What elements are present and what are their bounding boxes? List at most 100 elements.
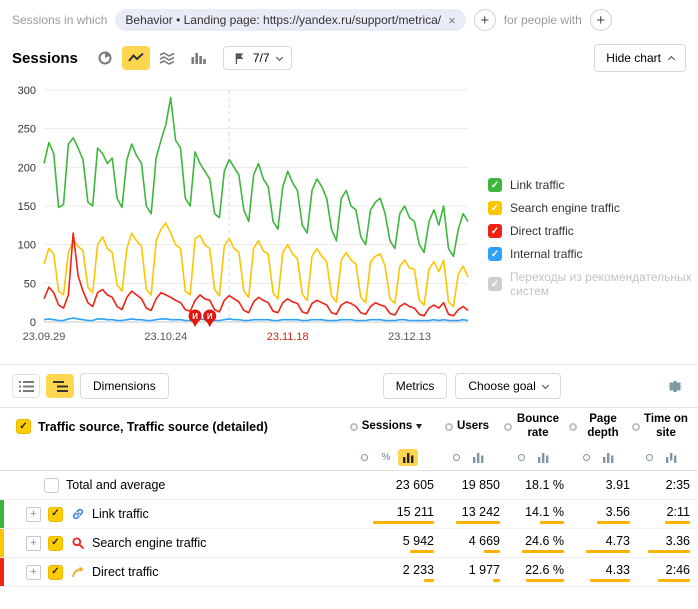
row-checkbox[interactable]: ✓ [48,507,63,522]
svg-text:23.10.24: 23.10.24 [144,331,187,343]
cell-page-depth: 3.91 [606,478,630,492]
sessions-line-chart: 05010015020025030023.09.2923.10.2423.11.… [8,78,480,350]
cell-page-depth: 4.33 [606,563,630,577]
for-people-with-label: for people with [504,13,582,27]
bounce-bars-view-button[interactable] [533,449,553,466]
column-header-page-depth[interactable]: Page depth [564,413,630,439]
metrics-button[interactable]: Metrics [383,373,448,399]
row-checkbox[interactable] [44,478,59,493]
row-label[interactable]: Link traffic [92,507,149,521]
svg-text:50: 50 [24,278,36,290]
search-icon [70,536,85,551]
legend-label: Переходы из рекомендательных систем [510,270,698,298]
row-checkbox[interactable]: ✓ [48,565,63,580]
add-user-filter-button[interactable]: + [590,9,612,31]
pie-view-icon [453,454,460,461]
checkbox-icon[interactable]: ✓ [488,277,502,291]
users-bars-view-button[interactable] [468,449,488,466]
tree-view-icon [53,380,68,393]
tree-view-button[interactable] [46,374,74,398]
expand-row-button[interactable]: + [26,536,41,551]
value-bar [522,550,564,553]
select-all-checkbox[interactable]: ✓ [16,419,31,434]
time-bars-view-button[interactable] [661,449,681,466]
chevron-down-icon [276,53,283,60]
value-bar [586,550,630,553]
column-header-time-on-site[interactable]: Time on site [630,413,698,439]
bars-view-icon [538,453,549,463]
bars-view-icon [403,453,414,463]
bounce-pie-view-button[interactable] [511,449,531,466]
metrics-group: Metrics Choose goal [383,373,561,399]
column-header-users[interactable]: Users [434,420,500,433]
expand-row-button[interactable]: + [26,507,41,522]
row-label[interactable]: Direct traffic [92,565,158,579]
dimensions-button[interactable]: Dimensions [80,373,169,399]
cell-sessions: 2 233 [403,563,434,577]
legend-item-direct-traffic[interactable]: ✓ Direct traffic [488,224,698,238]
legend-item-recommendation-systems[interactable]: ✓ Переходы из рекомендательных систем [488,270,698,298]
users-pie-view-button[interactable] [446,449,466,466]
depth-bars-view-button[interactable] [598,449,618,466]
expand-row-button[interactable]: + [26,565,41,580]
filter-chip-label: Behavior • Landing page: https://yandex.… [125,13,441,27]
checkbox-icon[interactable]: ✓ [488,247,502,261]
row-label[interactable]: Search engine traffic [92,536,206,550]
legend-item-search-traffic[interactable]: ✓ Search engine traffic [488,201,698,215]
time-pie-view-button[interactable] [639,449,659,466]
chart-title: Sessions [12,50,78,67]
svg-text:23.11.18: 23.11.18 [267,331,309,343]
stacked-lines-icon [159,50,175,66]
pie-view-icon [583,454,590,461]
sessions-bars-view-button[interactable] [398,449,418,466]
checkbox-icon[interactable]: ✓ [488,201,502,215]
pie-chart-type-button[interactable] [91,46,119,70]
legend-item-link-traffic[interactable]: ✓ Link traffic [488,178,698,192]
add-session-filter-button[interactable]: + [474,9,496,31]
metric-view-switcher-row: % [0,445,698,471]
depth-pie-view-button[interactable] [576,449,596,466]
series-color-strip [0,500,4,528]
filter-chip[interactable]: Behavior • Landing page: https://yandex.… [115,9,465,31]
cell-bounce-rate: 18.1 % [525,478,564,492]
sessions-pie-view-button[interactable] [354,449,374,466]
sessions-percent-view-button[interactable]: % [376,449,396,466]
column-header-bounce-rate[interactable]: Bounce rate [500,413,564,439]
column-header-sessions[interactable]: Sessions [338,420,434,433]
table-row-link-traffic[interactable]: + ✓ Link traffic 15 211 13 242 14.1 % 3.… [0,500,698,529]
stacked-chart-type-button[interactable] [153,46,181,70]
direct-arrow-icon [70,565,85,580]
value-bar [493,579,500,582]
sort-desc-icon [416,424,422,429]
flat-list-view-button[interactable] [12,374,40,398]
segments-visibility-dropdown[interactable]: 7/7 [223,46,292,70]
table-header-row: ✓ Traffic source, Traffic source (detail… [0,407,698,445]
choose-goal-dropdown[interactable]: Choose goal [455,373,560,399]
close-icon[interactable]: × [448,14,456,27]
percent-view-icon: % [382,452,391,463]
checkbox-icon[interactable]: ✓ [488,178,502,192]
choose-goal-label: Choose goal [468,379,535,393]
cell-sessions: 5 942 [403,534,434,548]
svg-text:300: 300 [18,85,36,97]
table-row-search-engine-traffic[interactable]: + ✓ Search engine traffic 5 942 4 669 24… [0,529,698,558]
table-row-direct-traffic[interactable]: + ✓ Direct traffic 2 233 1 977 22.6 % 4.… [0,558,698,587]
bars-view-icon [666,453,677,463]
svg-text:И: И [192,312,198,321]
checkbox-icon[interactable]: ✓ [488,224,502,238]
line-chart-icon [128,50,144,66]
metric-circle-icon [632,423,640,431]
value-bar [373,521,434,524]
histogram-chart-type-button[interactable] [184,46,212,70]
pie-view-icon [361,454,368,461]
line-chart-type-button[interactable] [122,46,150,70]
table-settings-button[interactable] [665,376,686,397]
metric-circle-icon [569,423,577,431]
legend-item-internal-traffic[interactable]: ✓ Internal traffic [488,247,698,261]
row-checkbox[interactable]: ✓ [48,536,63,551]
plus-icon: + [480,13,489,28]
value-bar [456,521,500,524]
chart-area: 05010015020025030023.09.2923.10.2423.11.… [0,78,698,350]
hide-chart-button[interactable]: Hide chart [594,44,686,72]
gear-icon [667,378,684,395]
